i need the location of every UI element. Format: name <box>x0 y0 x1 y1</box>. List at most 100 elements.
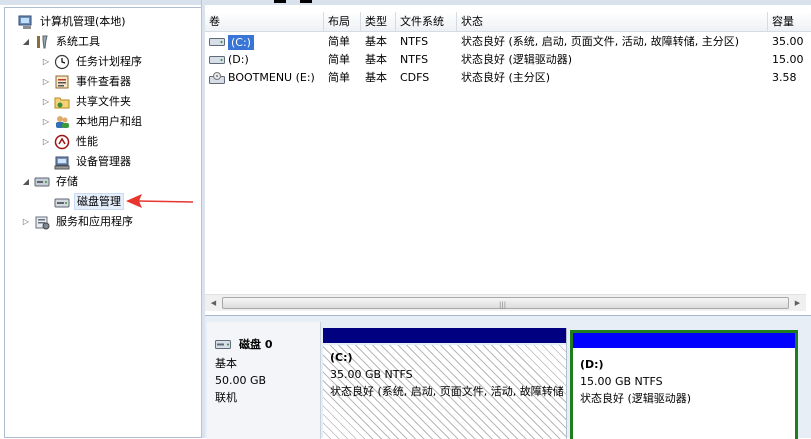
column-header-layout[interactable]: 布局 <box>324 12 361 32</box>
storage-icon <box>34 174 50 190</box>
scroll-left-arrow-icon[interactable]: ◀ <box>205 295 222 312</box>
collapse-icon[interactable]: ◢ <box>21 177 31 187</box>
clock-icon <box>54 54 70 70</box>
disk-management-icon <box>54 194 70 210</box>
volume-list: 卷 布局 类型 文件系统 状态 容量 (C:) 简单 基本 NTFS 状态良好 … <box>205 12 811 314</box>
performance-icon <box>54 134 70 150</box>
tree-item-label: 任务计划程序 <box>76 55 142 68</box>
volume-layout: 简单 <box>328 71 350 84</box>
expand-icon[interactable]: ▷ <box>41 77 51 87</box>
partition-body: (D:) 15.00 GB NTFS 状态良好 (逻辑驱动器) <box>573 348 795 439</box>
drive-icon <box>209 56 225 64</box>
tree-item-event-viewer[interactable]: ▷ 事件查看器 <box>41 72 133 91</box>
window-top-strip <box>0 0 811 5</box>
scrollbar-grip: ||| <box>499 301 507 309</box>
column-header-type[interactable]: 类型 <box>361 12 396 32</box>
partition-d-selected[interactable]: (D:) 15.00 GB NTFS 状态良好 (逻辑驱动器) <box>570 330 798 439</box>
tools-icon <box>34 34 50 50</box>
column-header-capacity[interactable]: 容量 <box>768 12 811 32</box>
scrollbar-thumb[interactable]: ||| <box>222 297 789 309</box>
partition-status: 状态良好 (逻辑驱动器) <box>580 392 692 405</box>
tree-item-label: 系统工具 <box>56 35 100 48</box>
disk-header: 磁盘 0 <box>215 336 320 353</box>
tree-item-system-tools[interactable]: ◢ 系统工具 <box>21 32 102 51</box>
window-edge-mark <box>274 0 286 3</box>
tree-item-label: 服务和应用程序 <box>56 215 133 228</box>
services-icon <box>34 214 50 230</box>
disk-state: 联机 <box>215 391 237 404</box>
column-header-filesystem[interactable]: 文件系统 <box>396 12 457 32</box>
column-header-volume[interactable]: 卷 <box>205 12 324 32</box>
tree-item-label: 共享文件夹 <box>76 95 131 108</box>
expand-icon[interactable]: ▷ <box>41 137 51 147</box>
volume-filesystem: NTFS <box>400 53 429 66</box>
column-header-row: 卷 布局 类型 文件系统 状态 容量 <box>205 12 811 32</box>
tree-item-performance[interactable]: ▷ 性能 <box>41 132 100 151</box>
partition-bar-primary <box>323 328 566 343</box>
computer-management-icon <box>18 14 34 30</box>
volume-capacity: 35.00 <box>772 35 804 48</box>
device-manager-icon <box>54 154 70 170</box>
disk-icon <box>215 339 231 349</box>
volume-type: 基本 <box>365 53 387 66</box>
tree-item-label: 设备管理器 <box>76 155 131 168</box>
expand-icon[interactable]: ▷ <box>41 97 51 107</box>
shared-folder-icon <box>54 94 70 110</box>
volume-capacity: 15.00 <box>772 53 804 66</box>
tree-item-task-scheduler[interactable]: ▷ 任务计划程序 <box>41 52 144 71</box>
disk-info-panel[interactable]: 磁盘 0 基本 50.00 GB 联机 <box>207 322 321 439</box>
partition-c[interactable]: (C:) 35.00 GB NTFS 状态良好 (系统, 启动, 页面文件, 活… <box>323 328 567 439</box>
column-header-status[interactable]: 状态 <box>457 12 768 32</box>
disk-type: 基本 <box>215 357 237 370</box>
table-row[interactable]: (C:) 简单 基本 NTFS 状态良好 (系统, 启动, 页面文件, 活动, … <box>205 33 811 51</box>
tree-item-services-applications[interactable]: ▷ 服务和应用程序 <box>21 212 135 231</box>
tree-item-local-users-groups[interactable]: ▷ 本地用户和组 <box>41 112 144 131</box>
cd-drive-icon <box>209 72 225 84</box>
partition-size-fs: 15.00 GB NTFS <box>580 375 663 388</box>
volume-type: 基本 <box>365 35 387 48</box>
tree-item-label: 磁盘管理 <box>74 193 124 210</box>
tree-expander <box>41 157 51 167</box>
volume-status: 状态良好 (主分区) <box>461 71 551 84</box>
partition-label: (D:) <box>580 358 604 371</box>
tree-item-label: 计算机管理(本地) <box>40 15 126 28</box>
tree-expander <box>41 197 51 207</box>
expand-icon[interactable]: ▷ <box>41 117 51 127</box>
disk-graphical-view: 磁盘 0 基本 50.00 GB 联机 (C:) 35.00 GB NTFS 状… <box>205 315 811 439</box>
volume-filesystem: CDFS <box>400 71 430 84</box>
tree-item-shared-folders[interactable]: ▷ 共享文件夹 <box>41 92 133 111</box>
scroll-right-arrow-icon[interactable]: ▶ <box>789 295 806 312</box>
drive-icon <box>209 38 225 46</box>
partition-bar-logical <box>573 333 795 348</box>
partition-label: (C:) <box>330 351 353 364</box>
tree-item-disk-management[interactable]: 磁盘管理 <box>41 192 124 211</box>
expand-icon[interactable]: ▷ <box>21 217 31 227</box>
volume-status: 状态良好 (逻辑驱动器) <box>461 53 573 66</box>
tree-item-label: 存储 <box>56 175 78 188</box>
table-row[interactable]: (D:) 简单 基本 NTFS 状态良好 (逻辑驱动器) 15.00 <box>205 51 811 69</box>
volume-layout: 简单 <box>328 35 350 48</box>
tree-item-computer-management[interactable]: 计算机管理(本地) <box>5 12 128 31</box>
users-icon <box>54 114 70 130</box>
table-row[interactable]: BOOTMENU (E:) 简单 基本 CDFS 状态良好 (主分区) 3.58 <box>205 69 811 87</box>
volume-filesystem: NTFS <box>400 35 429 48</box>
event-viewer-icon <box>54 74 70 90</box>
tree-item-label: 性能 <box>76 135 98 148</box>
volume-name-cell: BOOTMENU (E:) <box>205 69 324 87</box>
tree-expander <box>5 17 15 27</box>
tree-item-device-manager[interactable]: 设备管理器 <box>41 152 133 171</box>
collapse-icon[interactable]: ◢ <box>21 37 31 47</box>
horizontal-scrollbar[interactable]: ◀ ||| ▶ <box>205 294 806 311</box>
volume-name: (C:) <box>228 34 254 50</box>
tree-item-storage[interactable]: ◢ 存储 <box>21 172 80 191</box>
volume-type: 基本 <box>365 71 387 84</box>
volume-name-cell: (C:) <box>205 33 324 51</box>
expand-icon[interactable]: ▷ <box>41 57 51 67</box>
volume-name: BOOTMENU (E:) <box>228 71 315 84</box>
partition-status: 状态良好 (系统, 启动, 页面文件, 活动, 故障转储 <box>330 385 564 398</box>
annotation-arrow <box>126 194 194 208</box>
volume-layout: 简单 <box>328 53 350 66</box>
tree-item-label: 本地用户和组 <box>76 115 142 128</box>
disk-name: 磁盘 0 <box>239 338 273 351</box>
partition-size-fs: 35.00 GB NTFS <box>330 368 413 381</box>
